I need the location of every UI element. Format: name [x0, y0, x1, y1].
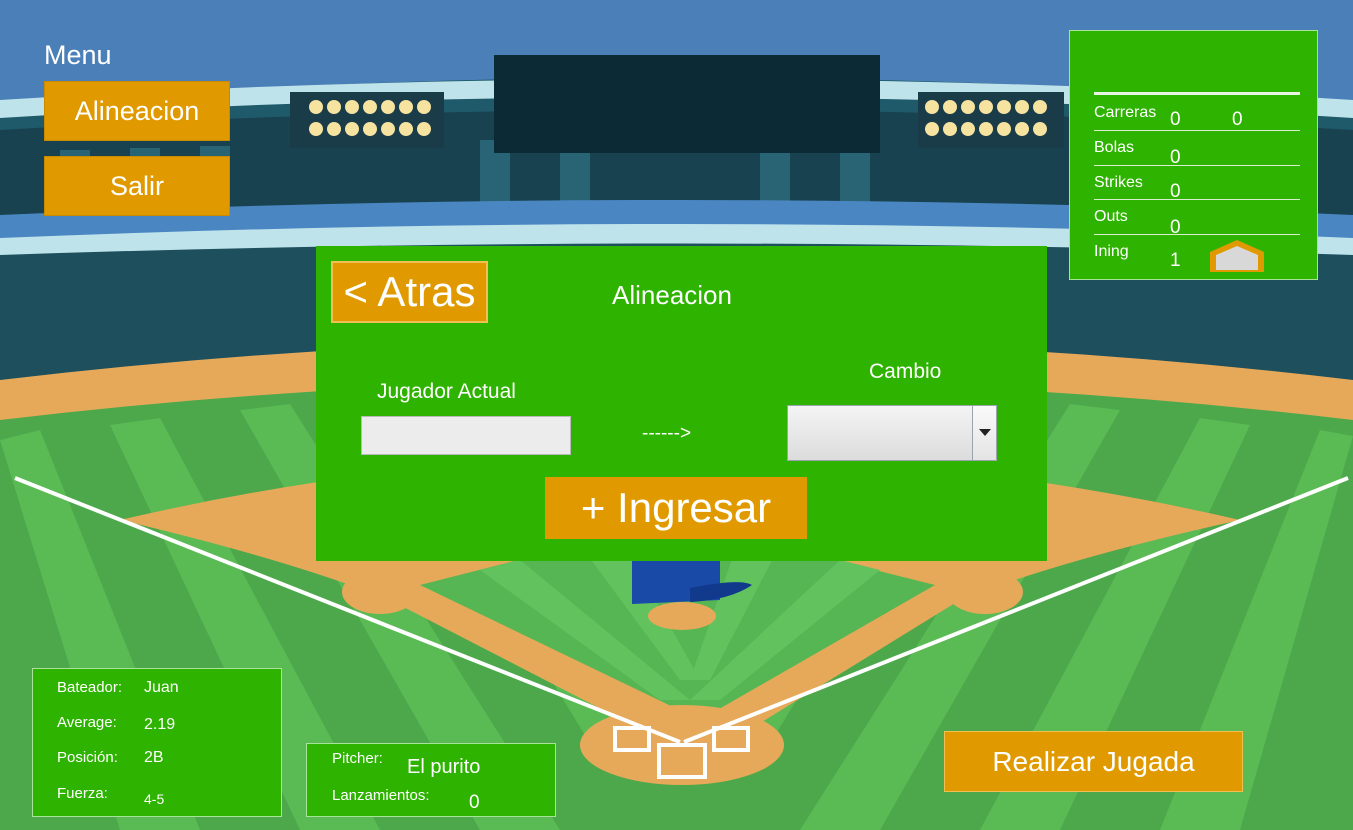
alineacion-dialog: < Atras Alineacion Jugador Actual ------… [316, 246, 1047, 561]
bateador-value: Juan [144, 679, 179, 696]
average-value: 2.19 [144, 716, 176, 733]
ining-label: Ining [1094, 243, 1129, 260]
carreras-label: Carreras [1094, 104, 1157, 121]
current-player-field[interactable] [361, 416, 571, 455]
batter-info-panel: Bateador: Juan Average: 2.19 Posición: 2… [32, 668, 282, 817]
pitcher-label: Pitcher: [332, 750, 383, 767]
posicion-value: 2B [144, 749, 164, 766]
scoreboard-divider [1094, 130, 1300, 131]
dialog-title: Alineacion [612, 280, 732, 310]
pitcher-info-panel: Pitcher: El purito Lanzamientos: 0 [306, 743, 556, 817]
scoreboard-divider [1094, 234, 1300, 235]
carreras-value-1: 0 [1170, 109, 1181, 130]
scoreboard-divider [1094, 199, 1300, 200]
scoreboard-top-rule [1094, 92, 1300, 95]
ining-value: 1 [1170, 250, 1181, 271]
fuerza-value: 4-5 [144, 791, 165, 807]
scoreboard-panel: Carreras 0 0 Bolas 0 Strikes 0 Outs 0 In… [1069, 30, 1318, 280]
alineacion-menu-button[interactable]: Alineacion [44, 81, 230, 141]
lanzamientos-label: Lanzamientos: [332, 787, 430, 804]
menu-title: Menu [44, 40, 112, 70]
ingresar-button[interactable]: + Ingresar [545, 477, 807, 539]
pitcher-value: El purito [407, 756, 481, 778]
dropdown-arrow-button[interactable] [972, 406, 996, 460]
fuerza-label: Fuerza: [57, 785, 108, 802]
lanzamientos-value: 0 [469, 792, 480, 813]
change-label: Cambio [869, 360, 942, 383]
bolas-label: Bolas [1094, 139, 1135, 156]
posicion-label: Posición: [57, 749, 118, 766]
carreras-value-2: 0 [1232, 109, 1243, 130]
strikes-label: Strikes [1094, 174, 1143, 191]
outs-value: 0 [1170, 217, 1181, 238]
back-button[interactable]: < Atras [331, 261, 488, 323]
scoreboard-divider [1094, 165, 1300, 166]
inning-top-indicator-icon [1210, 240, 1264, 272]
salir-menu-button[interactable]: Salir [44, 156, 230, 216]
current-player-label: Jugador Actual [377, 380, 516, 403]
outs-label: Outs [1094, 208, 1128, 225]
realizar-jugada-button[interactable]: Realizar Jugada [944, 731, 1243, 792]
arrow-text: ------> [642, 423, 692, 444]
chevron-down-icon [978, 429, 991, 436]
bateador-label: Bateador: [57, 679, 123, 696]
game-screen: Menu Alineacion Salir Carreras 0 0 Bolas… [0, 0, 1353, 830]
change-player-select[interactable] [787, 405, 997, 461]
average-label: Average: [57, 714, 117, 731]
